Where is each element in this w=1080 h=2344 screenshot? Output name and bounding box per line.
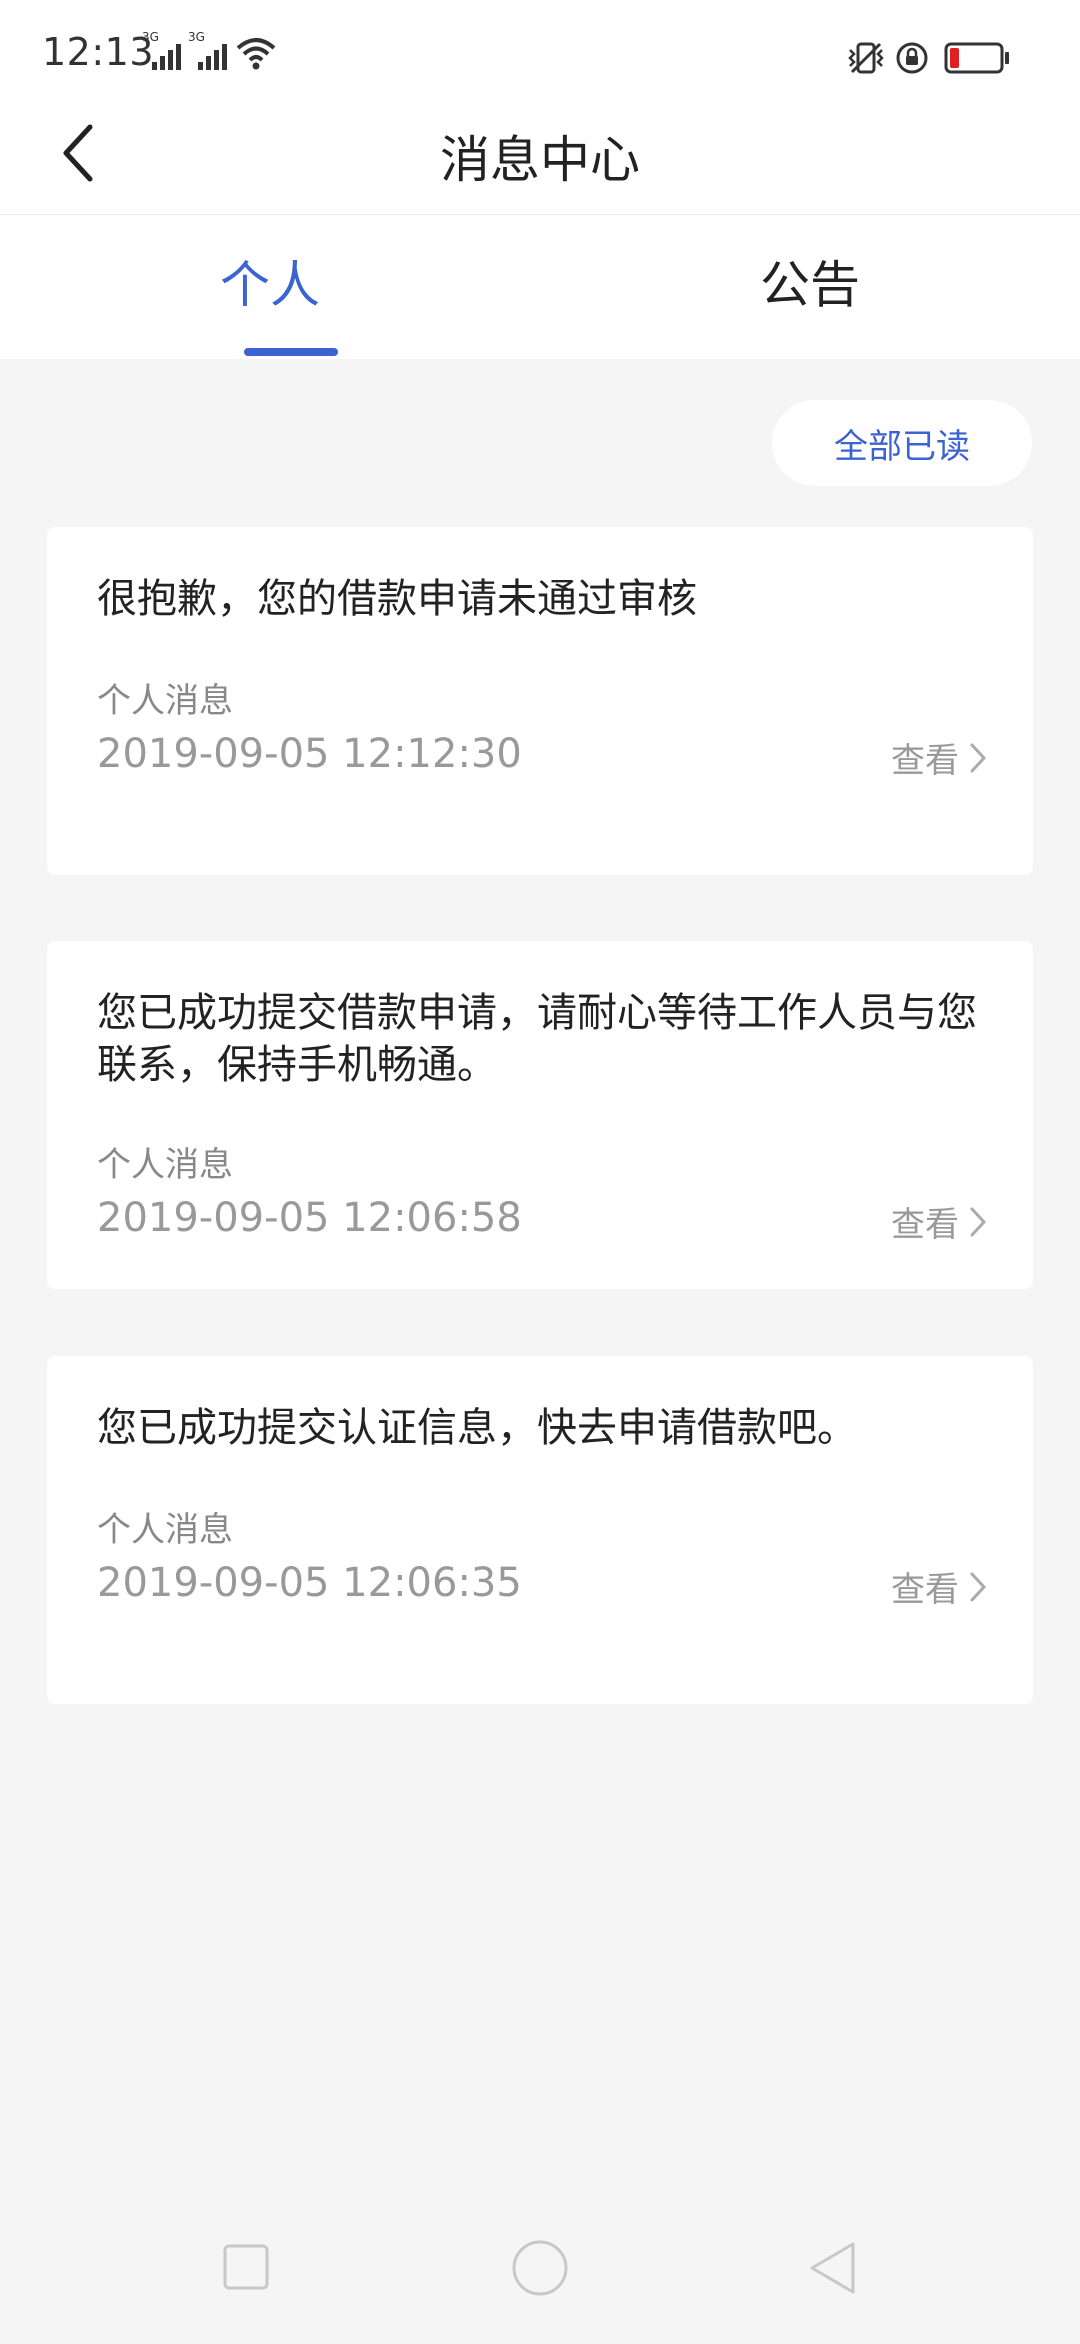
- tab-personal[interactable]: 个人: [0, 215, 540, 359]
- message-card[interactable]: 很抱歉，您的借款申请未通过审核 个人消息 2019-09-05 12:12:30…: [47, 527, 1033, 875]
- chevron-right-icon: [970, 1207, 987, 1236]
- tab-active-indicator: [244, 348, 338, 356]
- message-time: 2019-09-05 12:06:35: [97, 1560, 522, 1606]
- triangle-back-icon: [810, 2242, 855, 2294]
- circle-icon: [512, 2240, 568, 2296]
- tab-bar: 个人 公告: [0, 215, 1080, 359]
- square-icon: [223, 2244, 269, 2290]
- message-title: 很抱歉，您的借款申请未通过审核: [97, 576, 697, 622]
- mark-all-read-button[interactable]: 全部已读: [772, 400, 1032, 486]
- message-card[interactable]: 您已成功提交认证信息，快去申请借款吧。 个人消息 2019-09-05 12:0…: [47, 1356, 1033, 1704]
- status-time: 12:13: [42, 30, 155, 74]
- rotation-lock-icon: [896, 42, 928, 74]
- page-title: 消息中心: [440, 131, 640, 189]
- wifi-icon: [236, 38, 276, 70]
- message-title: 您已成功提交借款申请，请耐心等待工作人员与您联系，保持手机畅通。: [97, 990, 977, 1088]
- vibrate-icon: [848, 42, 884, 74]
- tab-personal-label: 个人: [220, 256, 320, 314]
- message-time: 2019-09-05 12:06:58: [97, 1195, 522, 1241]
- chevron-right-icon: [970, 1572, 987, 1601]
- message-type: 个人消息: [97, 1510, 233, 1550]
- view-label: 查看: [891, 741, 959, 781]
- message-title: 您已成功提交认证信息，快去申请借款吧。: [97, 1405, 857, 1451]
- view-link[interactable]: 查看: [891, 733, 987, 782]
- view-link[interactable]: 查看: [891, 1197, 987, 1246]
- chevron-right-icon: [970, 743, 987, 772]
- system-nav-bar: [0, 2200, 1080, 2340]
- view-label: 查看: [891, 1570, 959, 1610]
- header-bar: 消息中心: [0, 100, 1080, 215]
- battery-icon: [944, 42, 1009, 74]
- status-bar: 12:13 3G 3G: [0, 0, 1080, 100]
- message-time: 2019-09-05 12:12:30: [97, 731, 522, 777]
- message-card[interactable]: 您已成功提交借款申请，请耐心等待工作人员与您联系，保持手机畅通。 个人消息 20…: [47, 941, 1033, 1289]
- tab-announcements[interactable]: 公告: [540, 215, 1080, 359]
- tab-announcements-label: 公告: [760, 256, 860, 314]
- message-type: 个人消息: [97, 1145, 233, 1185]
- status-icons-right: [846, 38, 1046, 76]
- view-link[interactable]: 查看: [891, 1562, 987, 1611]
- message-type: 个人消息: [97, 681, 233, 721]
- view-label: 查看: [891, 1205, 959, 1245]
